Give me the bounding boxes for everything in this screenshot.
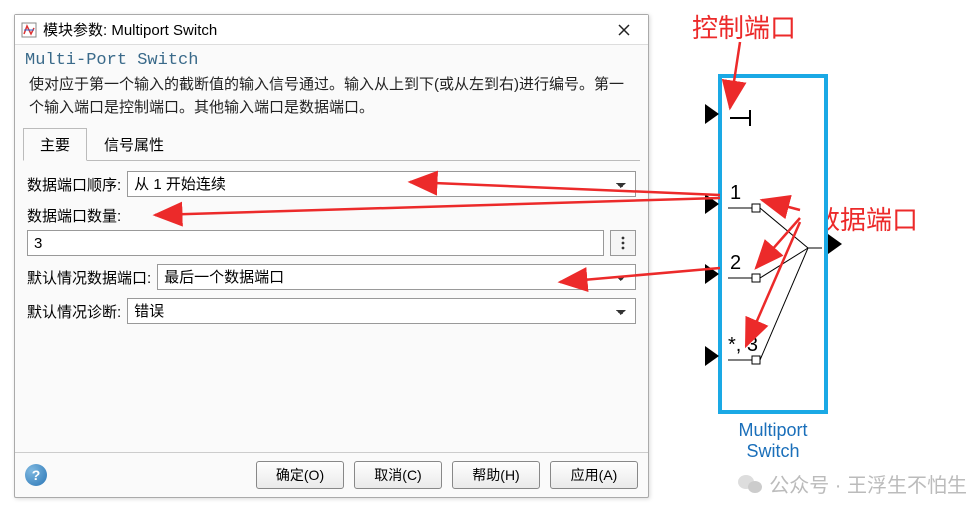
default-diagnostic-select[interactable]: 错误: [127, 298, 636, 324]
default-data-port-select[interactable]: 最后一个数据端口: [157, 264, 636, 290]
dialog-title: 模块参数: Multiport Switch: [43, 19, 606, 40]
help-icon[interactable]: ?: [25, 464, 47, 486]
annotation-control-port: 控制端口: [692, 8, 796, 45]
tab-main[interactable]: 主要: [23, 128, 87, 161]
input-arrow-2: [705, 264, 719, 284]
close-button[interactable]: [606, 17, 642, 43]
simulink-icon: [21, 22, 37, 38]
watermark: 公众号 · 王浮生不怕生: [737, 469, 967, 498]
default-diagnostic-label: 默认情况诊断:: [27, 301, 121, 322]
port-label-2: 2: [730, 252, 741, 275]
dialog-footer: ? 确定(O) 取消(C) 帮助(H) 应用(A): [15, 452, 648, 497]
input-arrow-1: [705, 194, 719, 214]
watermark-text: 公众号 · 王浮生不怕生: [769, 469, 967, 498]
more-options-button[interactable]: [610, 230, 636, 256]
tab-bar: 主要 信号属性: [23, 127, 640, 161]
dialog-body: 数据端口顺序: 从 1 开始连续 数据端口数量: 默认情况数据端口:: [15, 161, 648, 452]
tab-signal-attributes[interactable]: 信号属性: [87, 128, 181, 161]
port-label-3: *, 3: [728, 334, 758, 357]
data-port-count-input[interactable]: [27, 230, 604, 256]
output-arrow: [828, 234, 842, 254]
description-text: 使对应于第一个输入的截断值的输入信号通过。输入从上到下(或从左到右)进行编号。第…: [15, 70, 648, 127]
group-title: Multi-Port Switch: [15, 45, 648, 70]
block-name: Multiport Switch: [718, 420, 828, 461]
default-data-port-label: 默认情况数据端口:: [27, 267, 151, 288]
data-port-count-label: 数据端口数量:: [27, 205, 636, 226]
annotation-data-port: 数据端口: [814, 200, 918, 237]
port-label-1: 1: [730, 182, 741, 205]
cancel-button[interactable]: 取消(C): [354, 461, 442, 489]
vertical-dots-icon: [621, 236, 625, 250]
input-arrow-3: [705, 346, 719, 366]
input-arrow-control: [705, 104, 719, 124]
help-button[interactable]: 帮助(H): [452, 461, 540, 489]
parameters-dialog: 模块参数: Multiport Switch Multi-Port Switch…: [14, 14, 649, 498]
data-port-order-select[interactable]: 从 1 开始连续: [127, 171, 636, 197]
block-internal-icon: [722, 78, 824, 410]
close-icon: [618, 24, 630, 36]
multiport-switch-block: 1 2 *, 3: [718, 74, 828, 414]
block-diagram: 控制端口 数据端口 1 2 *, 3 Multiport: [680, 8, 970, 498]
ok-button[interactable]: 确定(O): [256, 461, 344, 489]
data-port-order-label: 数据端口顺序:: [27, 174, 121, 195]
titlebar: 模块参数: Multiport Switch: [15, 15, 648, 45]
apply-button[interactable]: 应用(A): [550, 461, 638, 489]
wechat-icon: [737, 473, 763, 495]
